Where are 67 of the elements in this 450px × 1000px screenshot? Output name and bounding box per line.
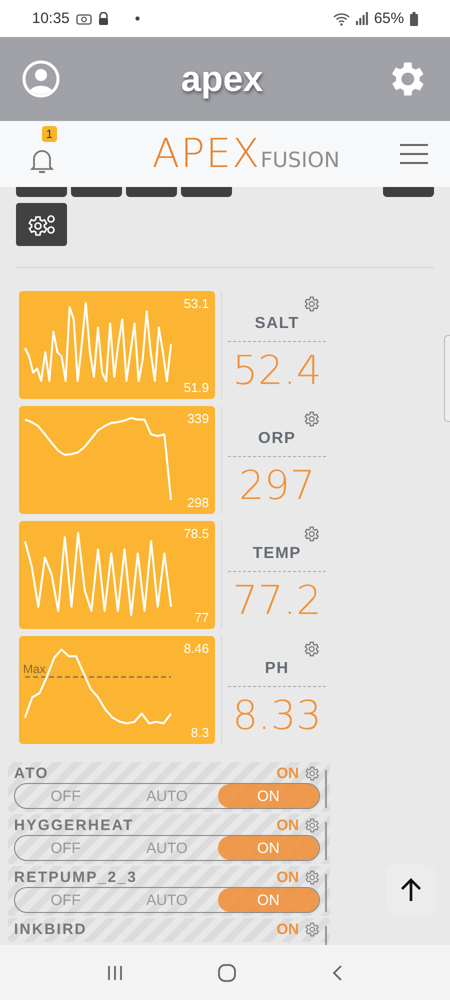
- output-name: INKBIRD: [14, 921, 88, 938]
- logo-text: APEX: [152, 131, 260, 177]
- profile-icon[interactable]: [22, 60, 60, 98]
- sparkline-tile[interactable]: 78.5 77: [19, 521, 215, 629]
- probe-value: 297: [238, 462, 316, 509]
- max-value: 339: [187, 411, 209, 426]
- sparkline-tile[interactable]: 8.46 8.3 Max: [19, 636, 215, 744]
- settings-icon[interactable]: [302, 410, 320, 428]
- output-status: ON: [276, 921, 299, 938]
- min-value: 298: [187, 495, 209, 510]
- settings-icon[interactable]: [303, 817, 320, 834]
- gears-icon: [28, 214, 56, 236]
- settings-icon[interactable]: [303, 869, 320, 886]
- output-status: ON: [276, 765, 299, 782]
- mode-option[interactable]: AUTO: [116, 784, 218, 808]
- output-name: HYGGERHEAT: [14, 817, 135, 834]
- logo-subtext: FUSION: [260, 148, 340, 172]
- app-title: apex: [180, 58, 264, 100]
- mode-option[interactable]: OFF: [15, 836, 116, 860]
- sparkline-tile[interactable]: 339 298: [19, 406, 215, 514]
- probe-value: 52.4: [231, 347, 323, 394]
- gears-button[interactable]: [16, 203, 67, 246]
- battery-percent: 65%: [374, 10, 404, 27]
- threshold-label: Max: [23, 662, 46, 676]
- sparkline-tile[interactable]: 53.1 51.9: [19, 291, 215, 399]
- home-icon[interactable]: [217, 962, 237, 982]
- max-value: 8.46: [184, 641, 209, 656]
- probe-name: TEMP: [228, 543, 326, 572]
- mode-option[interactable]: ON: [218, 836, 319, 860]
- mode-option[interactable]: AUTO: [116, 888, 218, 912]
- arrow-up-icon: [400, 878, 422, 902]
- mode-option[interactable]: ON: [218, 784, 319, 808]
- signal-icon: [356, 12, 368, 25]
- settings-icon[interactable]: [303, 765, 320, 782]
- settings-icon[interactable]: [303, 921, 320, 938]
- recent-apps-icon[interactable]: [107, 964, 123, 980]
- probe-value: 77.2: [231, 577, 323, 624]
- output-status: ON: [276, 869, 299, 886]
- min-value: 77: [194, 610, 209, 625]
- dot-icon: [134, 16, 140, 21]
- mode-option[interactable]: ON: [218, 888, 319, 912]
- output-name: RETPUMP_2_3: [14, 869, 138, 886]
- back-icon[interactable]: [331, 964, 343, 982]
- wifi-icon: [332, 12, 350, 26]
- mode-option[interactable]: AUTO: [116, 836, 218, 860]
- output-name: ATO: [14, 765, 50, 782]
- settings-icon[interactable]: [302, 525, 320, 543]
- mode-option[interactable]: OFF: [15, 888, 116, 912]
- min-value: 8.3: [190, 725, 209, 740]
- screenshot-icon: [76, 12, 92, 24]
- clock-time: 10:35: [32, 10, 70, 27]
- settings-icon[interactable]: [302, 295, 320, 313]
- max-value: 53.1: [184, 296, 209, 311]
- output-status: ON: [276, 817, 299, 834]
- settings-icon[interactable]: [302, 640, 320, 658]
- probe-value: 8.33: [231, 692, 323, 739]
- mode-option[interactable]: OFF: [15, 784, 116, 808]
- notification-count: 1: [42, 126, 57, 142]
- probe-name: ORP: [228, 428, 326, 457]
- battery-icon: [410, 12, 418, 26]
- scroll-handle[interactable]: [444, 335, 450, 422]
- max-value: 78.5: [184, 526, 209, 541]
- menu-icon[interactable]: [400, 143, 428, 165]
- probe-name: SALT: [228, 313, 326, 342]
- min-value: 51.9: [184, 380, 209, 395]
- probe-name: PH: [228, 658, 326, 687]
- lock-icon: [98, 12, 109, 25]
